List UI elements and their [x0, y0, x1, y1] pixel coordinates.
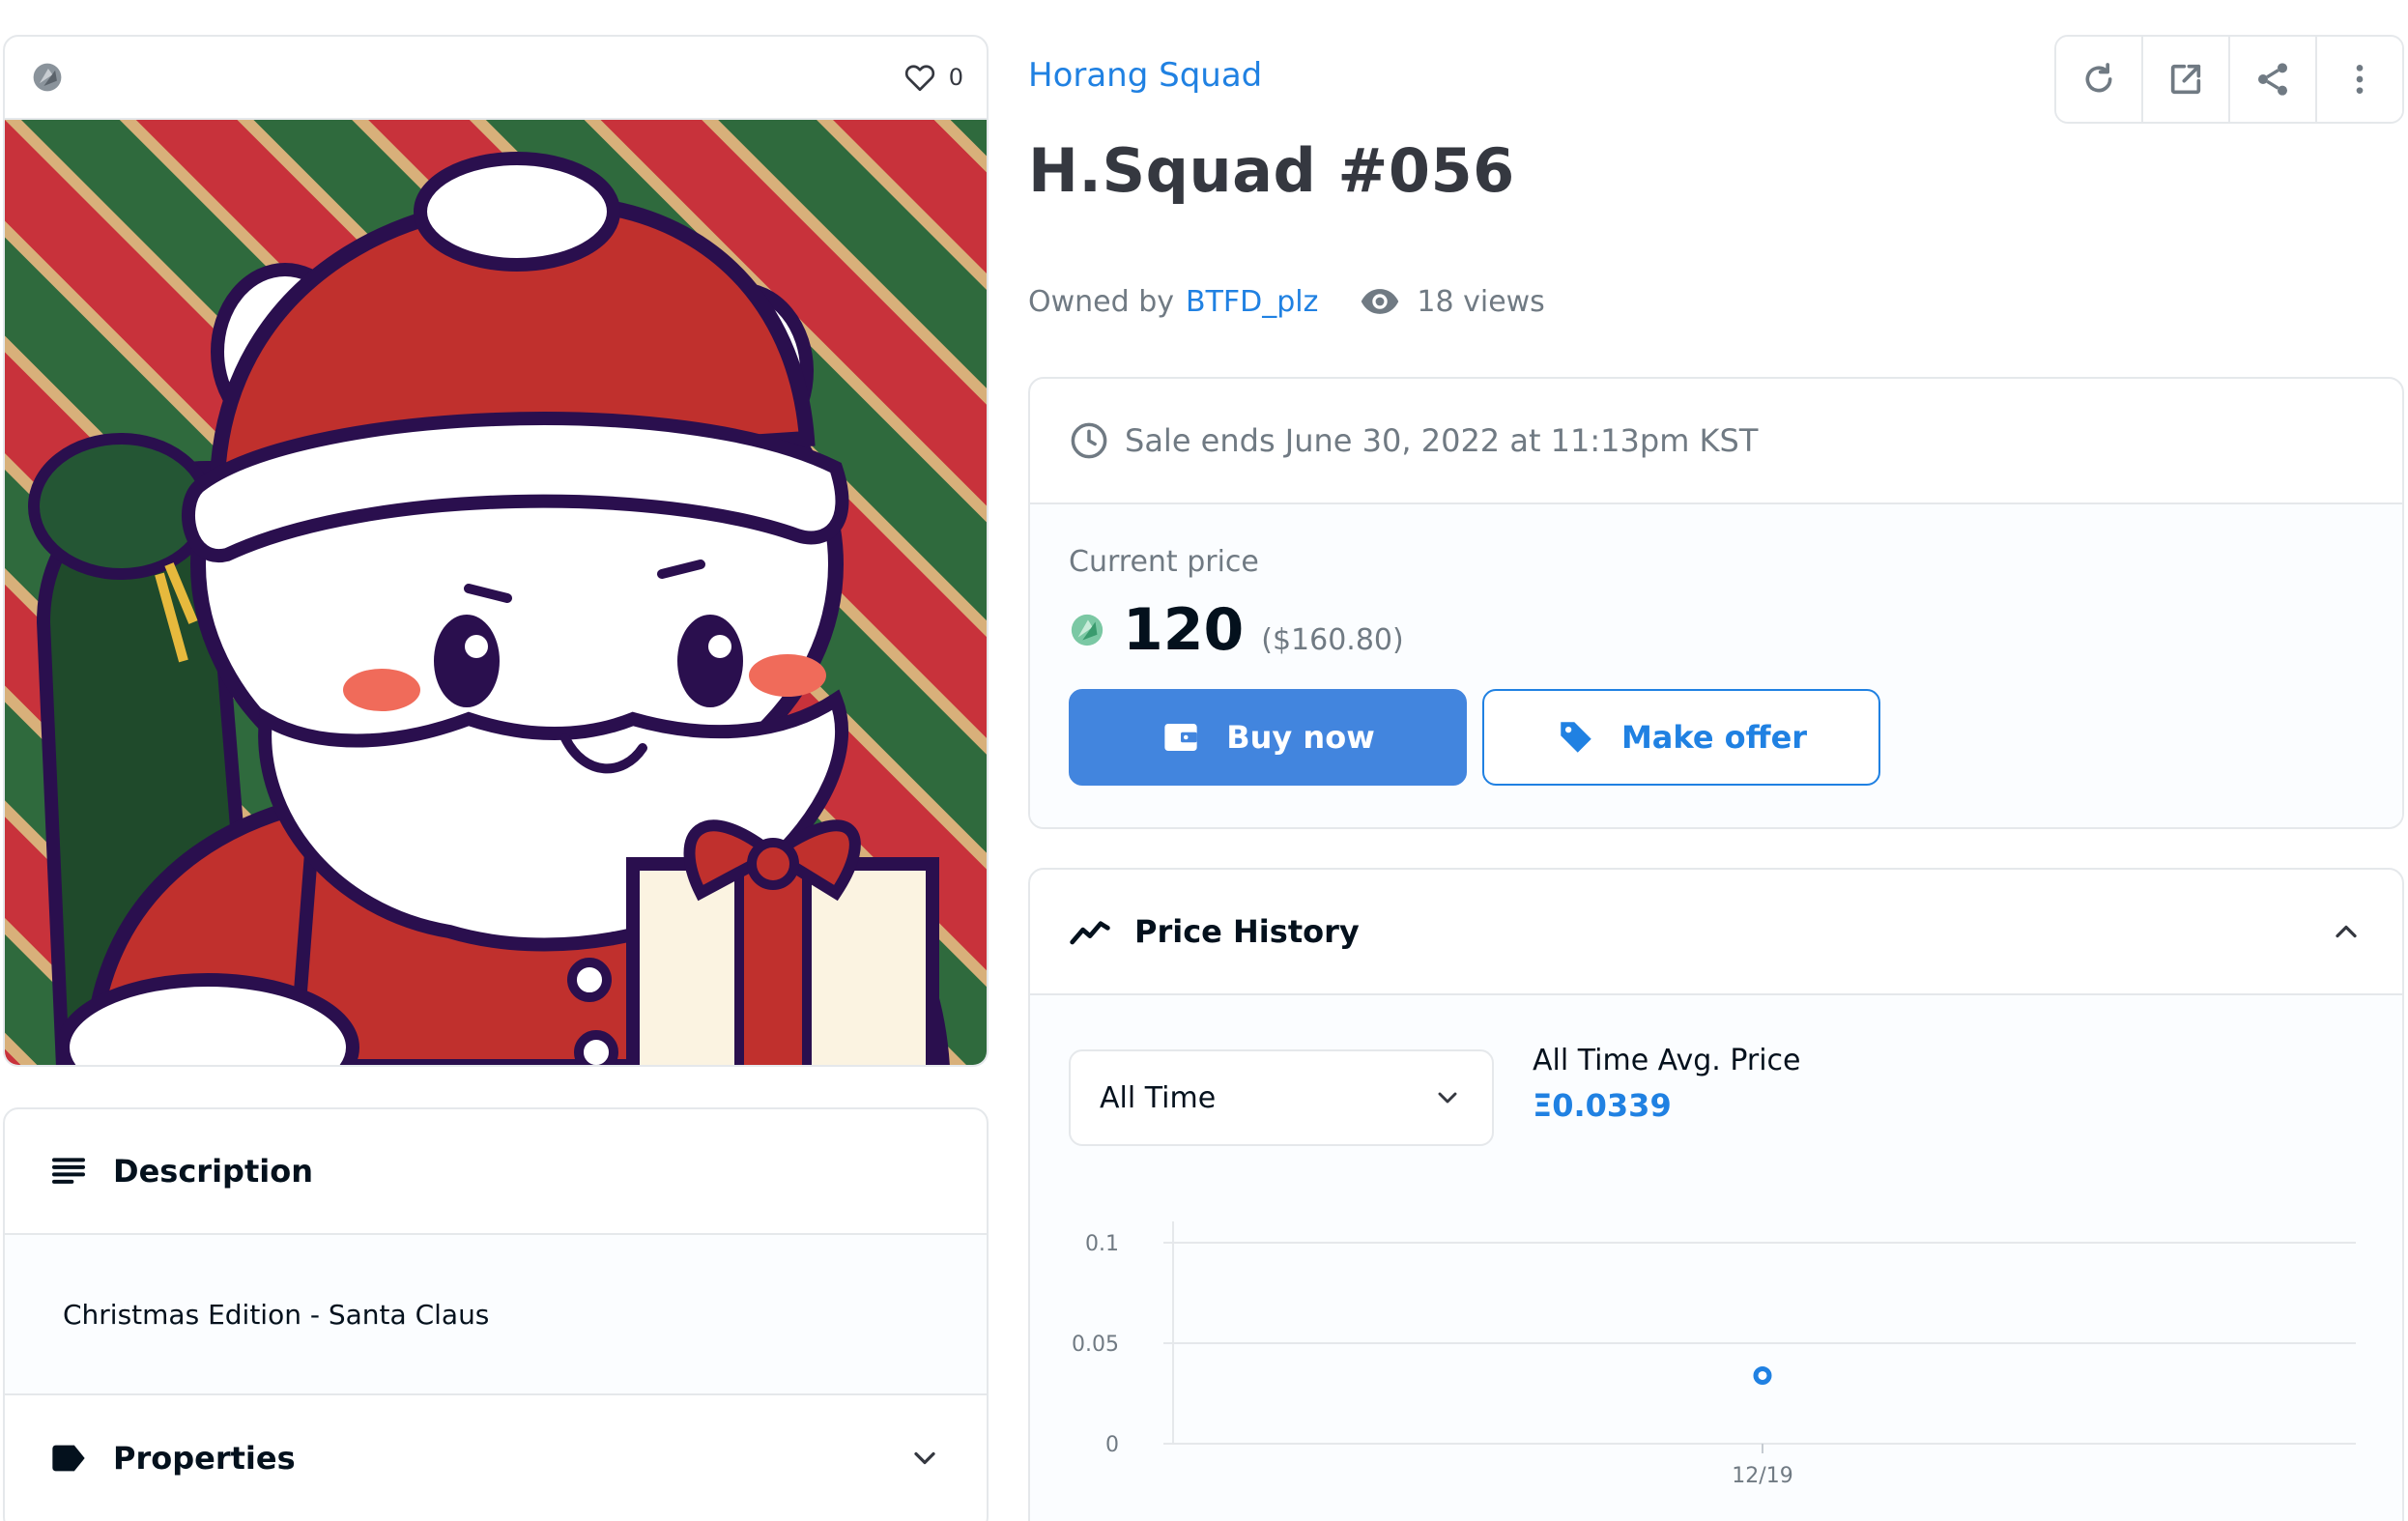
share-icon [2258, 63, 2287, 96]
current-price-label: Current price [1069, 545, 1259, 579]
description-text: Christmas Edition - Santa Claus [63, 1298, 490, 1331]
nft-card-header: 0 [5, 37, 987, 120]
chevron-down-icon[interactable] [907, 1441, 942, 1476]
buy-now-button[interactable]: Buy now [1069, 689, 1467, 786]
price-fiat: ($160.80) [1261, 623, 1404, 657]
average-price-value: Ξ0.0339 [1533, 1087, 1672, 1124]
favorite-button[interactable]: 0 [903, 60, 963, 95]
y-tick-label: 0.05 [1072, 1333, 1119, 1357]
time-range-select[interactable]: All Time [1069, 1049, 1494, 1146]
price-history-body: 0 0.05 0.1 12/19 All Time All Time Avg. Pri… [1030, 995, 2402, 1521]
buy-now-label: Buy now [1226, 719, 1375, 756]
owner-line: Owned by BTFD_plz 18 views [1028, 280, 1545, 323]
properties-header[interactable]: Properties [5, 1395, 987, 1521]
price-history-header[interactable]: Price History [1030, 870, 2402, 995]
favorite-count: 0 [948, 64, 963, 91]
make-offer-button[interactable]: Make offer [1482, 689, 1880, 786]
eye-icon [1362, 289, 1399, 314]
y-tick-label: 0 [1105, 1433, 1119, 1457]
views-count: 18 views [1359, 280, 1545, 323]
owner-link[interactable]: BTFD_plz [1186, 285, 1318, 319]
time-range-value: All Time [1100, 1080, 1217, 1115]
refresh-button[interactable] [2056, 37, 2143, 122]
description-heading: Description [113, 1153, 313, 1190]
label-tag-icon [52, 1445, 85, 1472]
more-vertical-icon [2356, 65, 2364, 94]
more-options-button[interactable] [2317, 37, 2402, 122]
x-tick-label: 12/19 [1732, 1464, 1792, 1488]
price-row: 120 ($160.80) [1069, 596, 2364, 664]
average-price-block: All Time Avg. Price Ξ0.0339 [1533, 1044, 1801, 1124]
make-offer-label: Make offer [1620, 719, 1808, 756]
item-actions-toolbar [2054, 35, 2404, 124]
collection-link[interactable]: Horang Squad [1028, 56, 1262, 95]
purchase-buttons: Buy now Make offer [1069, 689, 2364, 786]
sale-end-text: Sale ends June 30, 2022 at 11:13pm KST [1125, 422, 1759, 459]
description-body: Christmas Edition - Santa Claus [5, 1235, 987, 1395]
clock-icon [1071, 422, 1107, 459]
price-tag-icon [1561, 722, 1591, 753]
share-button[interactable] [2230, 37, 2317, 122]
external-link-icon [2170, 64, 2201, 95]
chart-axes: 0 0.05 0.1 12/19 [1072, 1221, 1793, 1488]
properties-heading: Properties [113, 1440, 296, 1477]
description-header[interactable]: Description [5, 1109, 987, 1235]
owned-by-label: Owned by [1028, 284, 1174, 319]
price-history-heading: Price History [1134, 913, 1360, 950]
token-icon [1071, 614, 1104, 646]
average-price-label: All Time Avg. Price [1533, 1044, 1801, 1077]
data-point [1753, 1365, 1772, 1385]
heart-icon [904, 65, 934, 92]
sale-panel: Sale ends June 30, 2022 at 11:13pm KST C… [1028, 377, 2404, 829]
open-external-button[interactable] [2143, 37, 2230, 122]
nft-image[interactable] [5, 120, 989, 1067]
refresh-icon [2085, 63, 2112, 93]
views-text: 18 views [1417, 284, 1545, 319]
trending-line-icon [1070, 921, 1110, 945]
sale-end-row: Sale ends June 30, 2022 at 11:13pm KST [1030, 379, 2402, 504]
chevron-up-icon[interactable] [2329, 914, 2364, 949]
nft-title: H.Squad #056 [1028, 135, 1515, 206]
y-tick-label: 0.1 [1085, 1232, 1119, 1256]
price-history-panel: Price History 0 0.05 0.1 12/19 All Time All… [1028, 868, 2404, 1521]
description-lines-icon [52, 1158, 85, 1184]
chevron-down-icon [1438, 1092, 1457, 1104]
chain-icon[interactable] [30, 58, 69, 97]
price-area: Current price 120 ($160.80) Buy now Make… [1030, 504, 2402, 827]
wallet-icon [1164, 724, 1197, 751]
chart-marks [1753, 1365, 1772, 1385]
chart-grid [1163, 1242, 2356, 1445]
description-panel: Description Christmas Edition - Santa Cl… [3, 1107, 989, 1521]
nft-media-card: 0 [3, 35, 989, 1067]
price-value: 120 [1123, 596, 1245, 664]
